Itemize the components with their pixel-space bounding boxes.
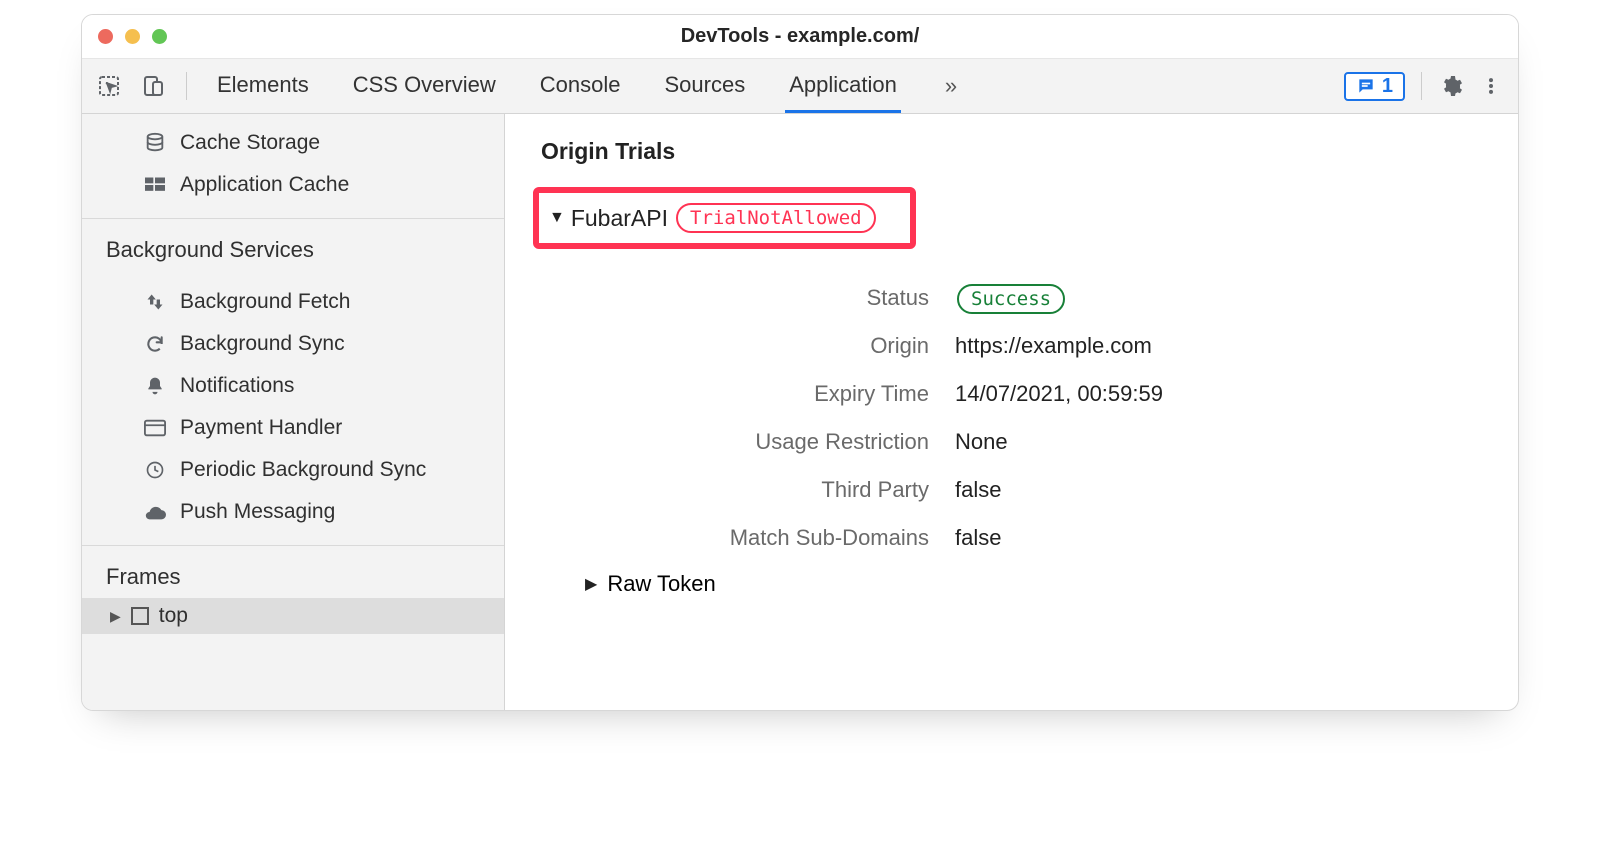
sidebar-heading-bg: Background Services [82,219,504,273]
kebab-icon[interactable] [1478,73,1504,99]
toolbar-divider [186,72,187,100]
grid-icon [142,174,168,196]
label-usage: Usage Restriction [609,429,929,455]
sidebar-item-cache-storage[interactable]: Cache Storage [82,122,504,164]
sidebar-item-label: Push Messaging [180,496,335,528]
trial-status-badge: TrialNotAllowed [676,203,876,233]
toolbar: Elements CSS Overview Console Sources Ap… [82,59,1518,114]
value-origin: https://example.com [955,333,1490,359]
issues-badge[interactable]: 1 [1344,72,1405,101]
sidebar-item-app-cache[interactable]: Application Cache [82,164,504,206]
sidebar-item-label: Background Sync [180,328,345,360]
bell-icon [142,375,168,397]
label-origin: Origin [609,333,929,359]
value-subdom: false [955,525,1490,551]
tab-elements[interactable]: Elements [213,59,313,113]
clock-icon [142,459,168,481]
database-icon [142,132,168,154]
raw-token-row[interactable]: ▶ Raw Token [585,571,1490,597]
trial-details: Status Success Origin https://example.co… [609,285,1490,551]
chat-icon [1356,76,1376,96]
sidebar-item-push[interactable]: Push Messaging [82,491,504,533]
cloud-icon [142,501,168,523]
sidebar-item-label: Cache Storage [180,127,320,159]
sidebar-item-periodic-sync[interactable]: Periodic Background Sync [82,449,504,491]
more-tabs-icon[interactable]: » [945,73,957,99]
tab-css-overview[interactable]: CSS Overview [349,59,500,113]
value-third: false [955,477,1490,503]
device-toggle-icon[interactable] [140,73,166,99]
chevron-down-icon: ▼ [549,209,565,227]
zoom-icon[interactable] [152,29,167,44]
card-icon [142,417,168,439]
sidebar-group-bg: Background Fetch Background Sync Notific… [82,273,504,541]
tab-console[interactable]: Console [536,59,625,113]
sidebar-item-notifications[interactable]: Notifications [82,365,504,407]
chevron-right-icon: ▶ [110,608,121,625]
label-expiry: Expiry Time [609,381,929,407]
close-icon[interactable] [98,29,113,44]
devtools-window: DevTools - example.com/ Elements CSS Ove… [81,14,1519,711]
frame-top-row[interactable]: ▶ top [82,598,504,634]
frame-detail: Origin Trials ▼ FubarAPI TrialNotAllowed… [505,114,1518,710]
inspect-icon[interactable] [96,73,122,99]
sidebar-item-label: Application Cache [180,169,349,201]
minimize-icon[interactable] [125,29,140,44]
sidebar-item-label: Payment Handler [180,412,342,444]
sidebar-group-cache: Cache Storage Application Cache [82,114,504,214]
application-sidebar: Cache Storage Application Cache Backgrou… [82,114,505,710]
value-expiry: 14/07/2021, 00:59:59 [955,381,1490,407]
trial-header[interactable]: ▼ FubarAPI TrialNotAllowed [533,187,916,249]
panel-tabs: Elements CSS Overview Console Sources Ap… [213,59,957,113]
status-success-badge: Success [957,284,1065,314]
sidebar-item-payment[interactable]: Payment Handler [82,407,504,449]
trial-name: FubarAPI [571,205,668,232]
sidebar-item-label: Background Fetch [180,286,350,318]
sidebar-heading-frames: Frames [82,546,504,598]
frame-top-label: top [159,604,188,628]
value-usage: None [955,429,1490,455]
tab-sources[interactable]: Sources [660,59,749,113]
window-title: DevTools - example.com/ [82,25,1518,48]
toolbar-divider [1421,72,1422,100]
tab-application[interactable]: Application [785,59,901,113]
label-third: Third Party [609,477,929,503]
sidebar-item-bg-fetch[interactable]: Background Fetch [82,281,504,323]
toolbar-right: 1 [1344,72,1504,101]
sidebar-item-bg-sync[interactable]: Background Sync [82,323,504,365]
label-status: Status [609,285,929,311]
issues-count: 1 [1382,75,1393,98]
sync-icon [142,333,168,355]
titlebar: DevTools - example.com/ [82,15,1518,59]
sidebar-item-label: Notifications [180,370,294,402]
chevron-right-icon: ▶ [585,574,597,594]
section-title: Origin Trials [541,138,1490,165]
panel-body: Cache Storage Application Cache Backgrou… [82,114,1518,710]
frame-icon [131,607,149,625]
raw-token-label: Raw Token [607,571,715,597]
updown-icon [142,291,168,313]
value-status: Success [955,285,1490,311]
label-subdom: Match Sub-Domains [609,525,929,551]
sidebar-item-label: Periodic Background Sync [180,454,426,486]
traffic-lights [98,29,167,44]
gear-icon[interactable] [1438,73,1464,99]
